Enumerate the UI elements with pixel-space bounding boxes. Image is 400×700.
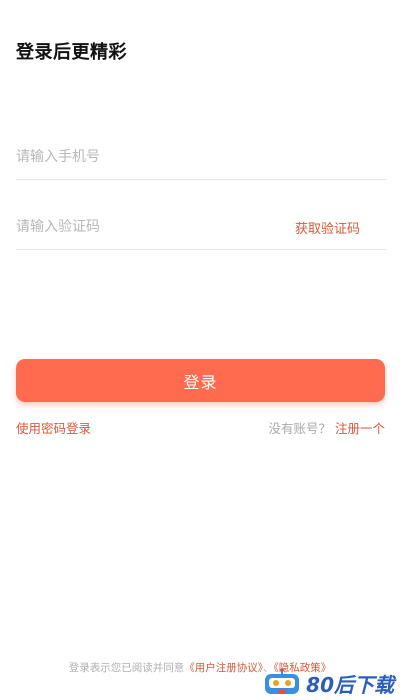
register-row: 没有账号？ 注册一个: [268, 418, 385, 437]
watermark-text: 80后下载: [306, 672, 394, 697]
robot-logo-icon: [265, 668, 300, 694]
user-agreement-link[interactable]: 《用户注册协议》: [184, 662, 263, 674]
phone-field: [16, 135, 386, 180]
phone-input[interactable]: [16, 149, 386, 165]
code-input[interactable]: [16, 219, 295, 235]
login-button[interactable]: 登录: [16, 359, 385, 402]
get-code-button[interactable]: 获取验证码: [295, 218, 360, 237]
page-title: 登录后更精彩: [16, 42, 127, 63]
register-prompt: 没有账号？: [268, 421, 331, 436]
code-field: 获取验证码: [16, 205, 386, 250]
password-login-link[interactable]: 使用密码登录: [16, 418, 91, 437]
register-link[interactable]: 注册一个: [335, 421, 385, 436]
watermark: 80后下载: [262, 668, 394, 698]
agreement-prefix: 登录表示您已阅读并同意: [68, 662, 185, 674]
